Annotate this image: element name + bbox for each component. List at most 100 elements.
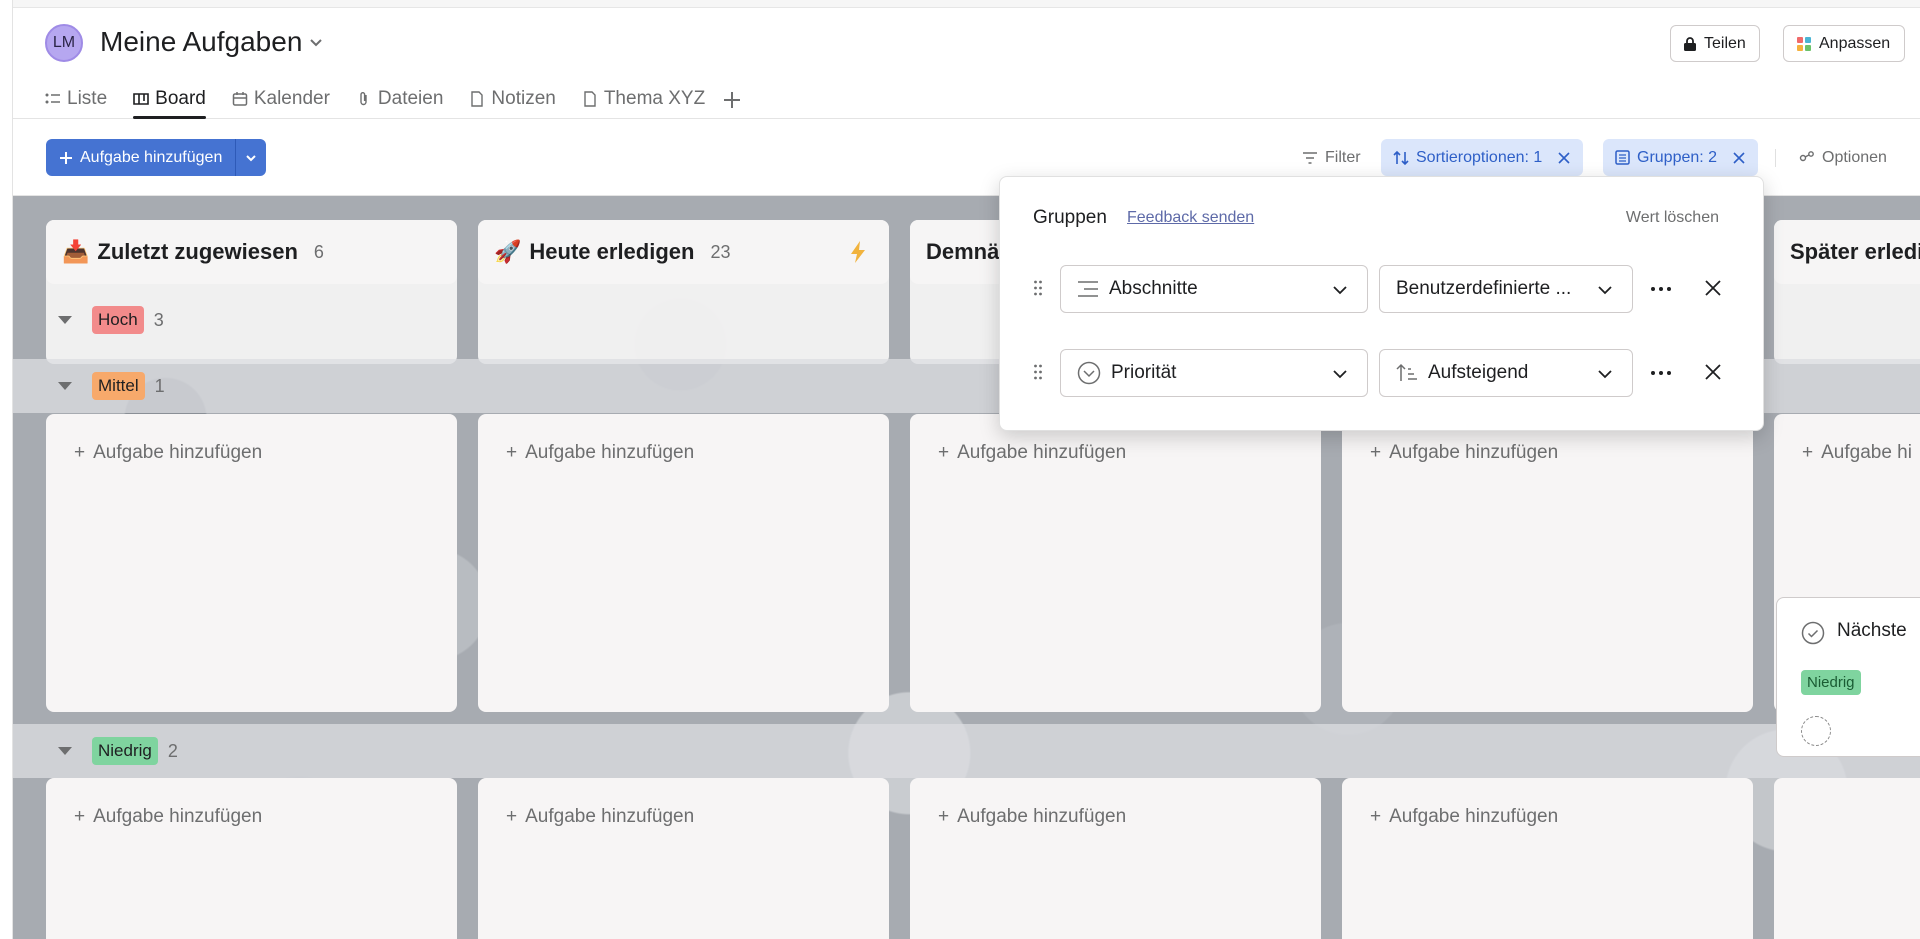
close-icon[interactable] [1557, 151, 1571, 165]
chevron-down-icon [1333, 286, 1347, 295]
rocket-emoji-icon: 🚀 [494, 239, 522, 264]
priority-icon [1077, 361, 1101, 385]
column-header-today[interactable]: 🚀 Heute erledigen 23 [478, 220, 889, 284]
task-card[interactable]: Nächste Niedrig [1776, 597, 1920, 757]
column-cell: + Aufgabe hinzufügen [46, 414, 457, 712]
lightning-icon[interactable] [849, 240, 867, 264]
chevron-down-icon[interactable] [306, 32, 326, 52]
group-field-select[interactable]: Priorität [1060, 349, 1368, 397]
avatar[interactable]: LM [45, 24, 83, 62]
filter-button[interactable]: Filter [1290, 139, 1373, 176]
task-name[interactable]: Nächste [1837, 620, 1907, 642]
chevron-down-icon [246, 154, 257, 161]
options-button[interactable]: Optionen [1787, 139, 1899, 176]
chevron-down-icon [1598, 370, 1612, 379]
column-count: 23 [710, 241, 731, 262]
add-task-inline-button[interactable]: + Aufgabe hinzufügen [1370, 442, 1558, 464]
customize-icon [1797, 36, 1811, 51]
add-task-inline-button[interactable]: + Aufgabe hinzufügen [74, 442, 262, 464]
select-value: Benutzerdefinierte ... [1396, 278, 1572, 299]
feedback-link[interactable]: Feedback senden [1127, 209, 1254, 227]
add-task-inline-button[interactable]: + Aufgabe hinzufügen [938, 806, 1126, 828]
clear-value-button[interactable]: Wert löschen [1626, 209, 1719, 227]
customize-label: Anpassen [1819, 34, 1891, 52]
sort-ascending-icon [1396, 363, 1417, 381]
more-icon[interactable] [1649, 277, 1673, 301]
project-header: LM Meine Aufgaben Teilen Anpassen Liste … [13, 8, 1920, 119]
more-icon[interactable] [1649, 361, 1673, 385]
column-title: Heute erledigen [529, 239, 695, 264]
sections-icon [1078, 281, 1098, 297]
chevron-down-icon [1598, 286, 1612, 295]
priority-pill: Niedrig [1801, 670, 1861, 695]
add-task-inline-button[interactable]: + Aufgabe hinzufügen [506, 806, 694, 828]
select-value: Priorität [1111, 362, 1177, 383]
filter-icon [1303, 151, 1317, 164]
customize-button[interactable]: Anpassen [1783, 25, 1905, 62]
add-task-inline-button[interactable]: + Aufgabe hinzufügen [1370, 806, 1558, 828]
column-title: Zuletzt zugewiesen [97, 239, 298, 264]
tab-label: Liste [67, 87, 108, 109]
tab-label: Dateien [377, 87, 444, 109]
add-task-label: Aufgabe hinzufügen [525, 806, 695, 827]
toolbar-divider [1775, 149, 1776, 167]
group-order-select[interactable]: Aufsteigend [1379, 349, 1633, 397]
add-task-button-group: Aufgabe hinzufügen [46, 139, 267, 176]
column-cell: + Aufgabe hinzufügen [1342, 778, 1753, 939]
tab-notes[interactable]: Notizen [456, 80, 568, 117]
tab-label: Board [155, 87, 206, 109]
collapse-triangle-icon[interactable] [58, 316, 72, 324]
document-icon [471, 90, 484, 107]
add-task-label: Aufgabe hinzufügen [80, 148, 223, 166]
share-button[interactable]: Teilen [1670, 25, 1760, 62]
group-header-low[interactable]: Niedrig 2 [13, 724, 1920, 778]
add-task-inline-button[interactable]: + Aufgabe hinzufügen [506, 442, 694, 464]
close-icon[interactable] [1732, 151, 1746, 165]
tab-label: Thema XYZ [603, 87, 706, 109]
add-task-inline-button[interactable]: + Aufgabe hi [1802, 442, 1912, 464]
chevron-down-icon [1333, 370, 1347, 379]
group-count: 1 [154, 375, 165, 396]
drag-handle-icon[interactable] [1033, 279, 1043, 297]
column-header-later-done[interactable]: Später erledi [1774, 220, 1920, 284]
add-task-inline-button[interactable]: + Aufgabe hinzufügen [74, 806, 262, 828]
plus-icon [60, 151, 72, 164]
check-circle-icon[interactable] [1801, 621, 1825, 645]
priority-pill: Hoch [92, 306, 144, 334]
group-rule-row: Priorität Aufsteigend [1033, 349, 1743, 397]
collapse-triangle-icon[interactable] [58, 382, 72, 390]
column-header-recently-assigned[interactable]: 📥 Zuletzt zugewiesen 6 [46, 220, 457, 284]
group-order-select[interactable]: Benutzerdefinierte ... [1379, 265, 1633, 313]
column-cell: + Aufgabe hinzufügen [910, 414, 1321, 712]
due-date-icon[interactable] [1801, 716, 1831, 746]
column-cell [1774, 778, 1920, 939]
group-icon [1615, 150, 1630, 165]
add-task-inline-button[interactable]: + Aufgabe hinzufügen [938, 442, 1126, 464]
group-rule-row: Abschnitte Benutzerdefinierte ... [1033, 265, 1743, 313]
tab-board[interactable]: Board [120, 80, 219, 119]
sidebar-edge [0, 0, 13, 939]
close-icon[interactable] [1703, 278, 1723, 298]
add-task-dropdown[interactable] [235, 139, 267, 176]
tab-label: Notizen [491, 87, 556, 109]
lock-icon [1684, 36, 1696, 51]
add-task-label: Aufgabe hinzufügen [1389, 442, 1559, 463]
priority-pill: Mittel [92, 372, 145, 400]
close-icon[interactable] [1703, 362, 1723, 382]
collapse-triangle-icon[interactable] [58, 747, 72, 755]
group-label: Gruppen: 2 [1637, 148, 1718, 166]
add-task-label: Aufgabe hinzufügen [957, 806, 1127, 827]
add-task-button[interactable]: Aufgabe hinzufügen [46, 139, 236, 176]
window-top-bar [0, 0, 1920, 8]
tab-thema-xyz[interactable]: Thema XYZ [569, 80, 718, 117]
group-button[interactable]: Gruppen: 2 [1603, 139, 1759, 176]
drag-handle-icon[interactable] [1033, 363, 1043, 381]
add-tab-icon[interactable] [720, 88, 744, 112]
filter-label: Filter [1325, 148, 1361, 166]
tab-calendar[interactable]: Kalender [219, 80, 343, 117]
sort-button[interactable]: Sortieroptionen: 1 [1381, 139, 1584, 176]
tab-files[interactable]: Dateien [343, 80, 457, 117]
group-field-select[interactable]: Abschnitte [1060, 265, 1368, 313]
tab-list[interactable]: Liste [45, 80, 120, 117]
column-cell: + Aufgabe hinzufügen [478, 778, 889, 939]
